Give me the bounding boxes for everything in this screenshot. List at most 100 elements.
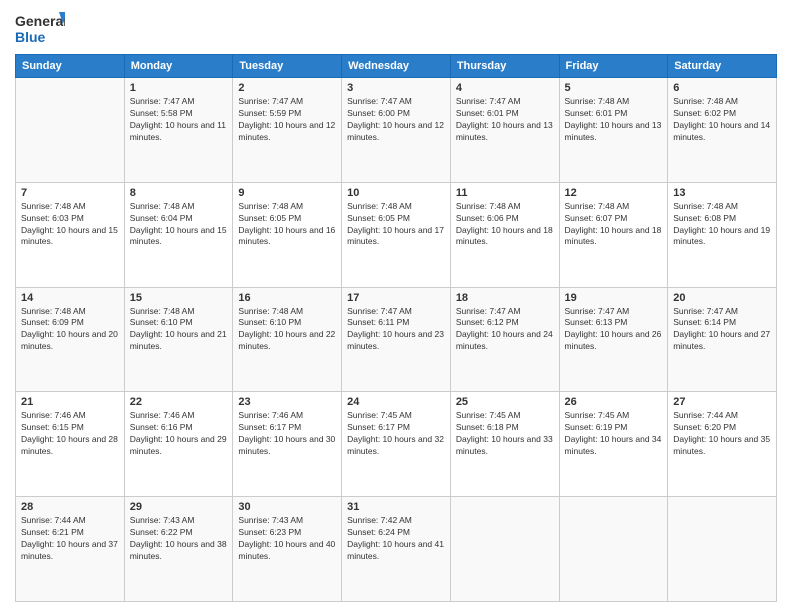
day-number: 4 [456, 82, 554, 94]
calendar-cell: 21 Sunrise: 7:46 AMSunset: 6:15 PMDayligh… [16, 392, 125, 497]
day-info: Sunrise: 7:48 AMSunset: 6:08 PMDaylight:… [673, 201, 771, 249]
day-info: Sunrise: 7:48 AMSunset: 6:04 PMDaylight:… [130, 201, 228, 249]
day-number: 6 [673, 82, 771, 94]
calendar-cell [668, 497, 777, 602]
day-number: 13 [673, 187, 771, 199]
day-number: 5 [565, 82, 663, 94]
day-number: 8 [130, 187, 228, 199]
day-info: Sunrise: 7:47 AMSunset: 6:00 PMDaylight:… [347, 96, 445, 144]
day-number: 2 [238, 82, 336, 94]
svg-text:Blue: Blue [15, 29, 46, 45]
day-info: Sunrise: 7:48 AMSunset: 6:06 PMDaylight:… [456, 201, 554, 249]
col-header-saturday: Saturday [668, 55, 777, 78]
day-number: 3 [347, 82, 445, 94]
calendar-cell: 18 Sunrise: 7:47 AMSunset: 6:12 PMDayligh… [450, 287, 559, 392]
day-info: Sunrise: 7:46 AMSunset: 6:17 PMDaylight:… [238, 410, 336, 458]
day-number: 26 [565, 396, 663, 408]
calendar-cell: 10 Sunrise: 7:48 AMSunset: 6:05 PMDayligh… [342, 182, 451, 287]
calendar-cell: 17Sunrise: 7:47 AMSunset: 6:11 PMDayligh… [342, 287, 451, 392]
day-info: Sunrise: 7:44 AMSunset: 6:20 PMDaylight:… [673, 410, 771, 458]
calendar-cell: 28 Sunrise: 7:44 AMSunset: 6:21 PMDayligh… [16, 497, 125, 602]
logo: GeneralBlue [15, 10, 65, 46]
calendar-cell: 8 Sunrise: 7:48 AMSunset: 6:04 PMDaylight… [124, 182, 233, 287]
day-number: 20 [673, 292, 771, 304]
day-info: Sunrise: 7:47 AMSunset: 6:14 PMDaylight:… [673, 306, 771, 354]
day-info: Sunrise: 7:47 AMSunset: 5:59 PMDaylight:… [238, 96, 336, 144]
calendar-cell: 31 Sunrise: 7:42 AMSunset: 6:24 PMDayligh… [342, 497, 451, 602]
day-number: 22 [130, 396, 228, 408]
calendar-cell: 12 Sunrise: 7:48 AMSunset: 6:07 PMDayligh… [559, 182, 668, 287]
day-number: 1 [130, 82, 228, 94]
calendar-cell: 16Sunrise: 7:48 AMSunset: 6:10 PMDayligh… [233, 287, 342, 392]
day-info: Sunrise: 7:48 AMSunset: 6:03 PMDaylight:… [21, 201, 119, 249]
day-info: Sunrise: 7:43 AMSunset: 6:22 PMDaylight:… [130, 515, 228, 563]
day-info: Sunrise: 7:45 AMSunset: 6:17 PMDaylight:… [347, 410, 445, 458]
calendar-cell: 24 Sunrise: 7:45 AMSunset: 6:17 PMDayligh… [342, 392, 451, 497]
calendar-cell: 22 Sunrise: 7:46 AMSunset: 6:16 PMDayligh… [124, 392, 233, 497]
day-info: Sunrise: 7:48 AMSunset: 6:10 PMDaylight:… [130, 306, 228, 354]
day-info: Sunrise: 7:45 AMSunset: 6:19 PMDaylight:… [565, 410, 663, 458]
day-number: 24 [347, 396, 445, 408]
col-header-monday: Monday [124, 55, 233, 78]
col-header-friday: Friday [559, 55, 668, 78]
calendar-cell: 5 Sunrise: 7:48 AMSunset: 6:01 PMDaylight… [559, 78, 668, 183]
day-info: Sunrise: 7:47 AMSunset: 6:12 PMDaylight:… [456, 306, 554, 354]
calendar-cell: 7 Sunrise: 7:48 AMSunset: 6:03 PMDaylight… [16, 182, 125, 287]
calendar-cell: 1 Sunrise: 7:47 AMSunset: 5:58 PMDaylight… [124, 78, 233, 183]
header: GeneralBlue [15, 10, 777, 46]
calendar-cell: 14Sunrise: 7:48 AMSunset: 6:09 PMDayligh… [16, 287, 125, 392]
day-number: 15 [130, 292, 228, 304]
calendar-cell: 27 Sunrise: 7:44 AMSunset: 6:20 PMDayligh… [668, 392, 777, 497]
calendar-cell: 15 Sunrise: 7:48 AMSunset: 6:10 PMDayligh… [124, 287, 233, 392]
calendar-cell: 29Sunrise: 7:43 AMSunset: 6:22 PMDayligh… [124, 497, 233, 602]
calendar-header-row: SundayMondayTuesdayWednesdayThursdayFrid… [16, 55, 777, 78]
day-info: Sunrise: 7:48 AMSunset: 6:02 PMDaylight:… [673, 96, 771, 144]
calendar-cell: 30 Sunrise: 7:43 AMSunset: 6:23 PMDayligh… [233, 497, 342, 602]
calendar-week-1: 7 Sunrise: 7:48 AMSunset: 6:03 PMDaylight… [16, 182, 777, 287]
day-info: Sunrise: 7:47 AMSunset: 6:01 PMDaylight:… [456, 96, 554, 144]
day-info: Sunrise: 7:48 AMSunset: 6:07 PMDaylight:… [565, 201, 663, 249]
calendar-cell [559, 497, 668, 602]
calendar-cell: 4 Sunrise: 7:47 AMSunset: 6:01 PMDaylight… [450, 78, 559, 183]
day-number: 11 [456, 187, 554, 199]
calendar-cell: 11 Sunrise: 7:48 AMSunset: 6:06 PMDayligh… [450, 182, 559, 287]
day-info: Sunrise: 7:47 AMSunset: 5:58 PMDaylight:… [130, 96, 228, 144]
day-number: 18 [456, 292, 554, 304]
day-number: 28 [21, 501, 119, 513]
calendar-week-0: 1 Sunrise: 7:47 AMSunset: 5:58 PMDaylight… [16, 78, 777, 183]
day-number: 12 [565, 187, 663, 199]
day-info: Sunrise: 7:44 AMSunset: 6:21 PMDaylight:… [21, 515, 119, 563]
day-number: 19 [565, 292, 663, 304]
day-number: 30 [238, 501, 336, 513]
day-number: 21 [21, 396, 119, 408]
day-number: 17 [347, 292, 445, 304]
day-info: Sunrise: 7:48 AMSunset: 6:05 PMDaylight:… [347, 201, 445, 249]
calendar-week-2: 14Sunrise: 7:48 AMSunset: 6:09 PMDayligh… [16, 287, 777, 392]
day-number: 27 [673, 396, 771, 408]
day-number: 10 [347, 187, 445, 199]
svg-text:General: General [15, 13, 65, 29]
calendar-cell: 9Sunrise: 7:48 AMSunset: 6:05 PMDaylight… [233, 182, 342, 287]
day-info: Sunrise: 7:46 AMSunset: 6:16 PMDaylight:… [130, 410, 228, 458]
calendar-cell: 25Sunrise: 7:45 AMSunset: 6:18 PMDayligh… [450, 392, 559, 497]
day-number: 16 [238, 292, 336, 304]
calendar-week-3: 21 Sunrise: 7:46 AMSunset: 6:15 PMDayligh… [16, 392, 777, 497]
calendar-cell: 2 Sunrise: 7:47 AMSunset: 5:59 PMDaylight… [233, 78, 342, 183]
calendar-cell: 20 Sunrise: 7:47 AMSunset: 6:14 PMDayligh… [668, 287, 777, 392]
day-info: Sunrise: 7:46 AMSunset: 6:15 PMDaylight:… [21, 410, 119, 458]
day-info: Sunrise: 7:42 AMSunset: 6:24 PMDaylight:… [347, 515, 445, 563]
calendar-cell: 3 Sunrise: 7:47 AMSunset: 6:00 PMDaylight… [342, 78, 451, 183]
day-number: 25 [456, 396, 554, 408]
col-header-wednesday: Wednesday [342, 55, 451, 78]
day-info: Sunrise: 7:43 AMSunset: 6:23 PMDaylight:… [238, 515, 336, 563]
calendar-cell: 26 Sunrise: 7:45 AMSunset: 6:19 PMDayligh… [559, 392, 668, 497]
day-info: Sunrise: 7:47 AMSunset: 6:13 PMDaylight:… [565, 306, 663, 354]
day-info: Sunrise: 7:48 AMSunset: 6:01 PMDaylight:… [565, 96, 663, 144]
col-header-thursday: Thursday [450, 55, 559, 78]
calendar-cell: 23Sunrise: 7:46 AMSunset: 6:17 PMDayligh… [233, 392, 342, 497]
day-number: 7 [21, 187, 119, 199]
calendar-cell: 6 Sunrise: 7:48 AMSunset: 6:02 PMDaylight… [668, 78, 777, 183]
day-info: Sunrise: 7:48 AMSunset: 6:09 PMDaylight:… [21, 306, 119, 354]
day-number: 31 [347, 501, 445, 513]
calendar-table: SundayMondayTuesdayWednesdayThursdayFrid… [15, 54, 777, 602]
